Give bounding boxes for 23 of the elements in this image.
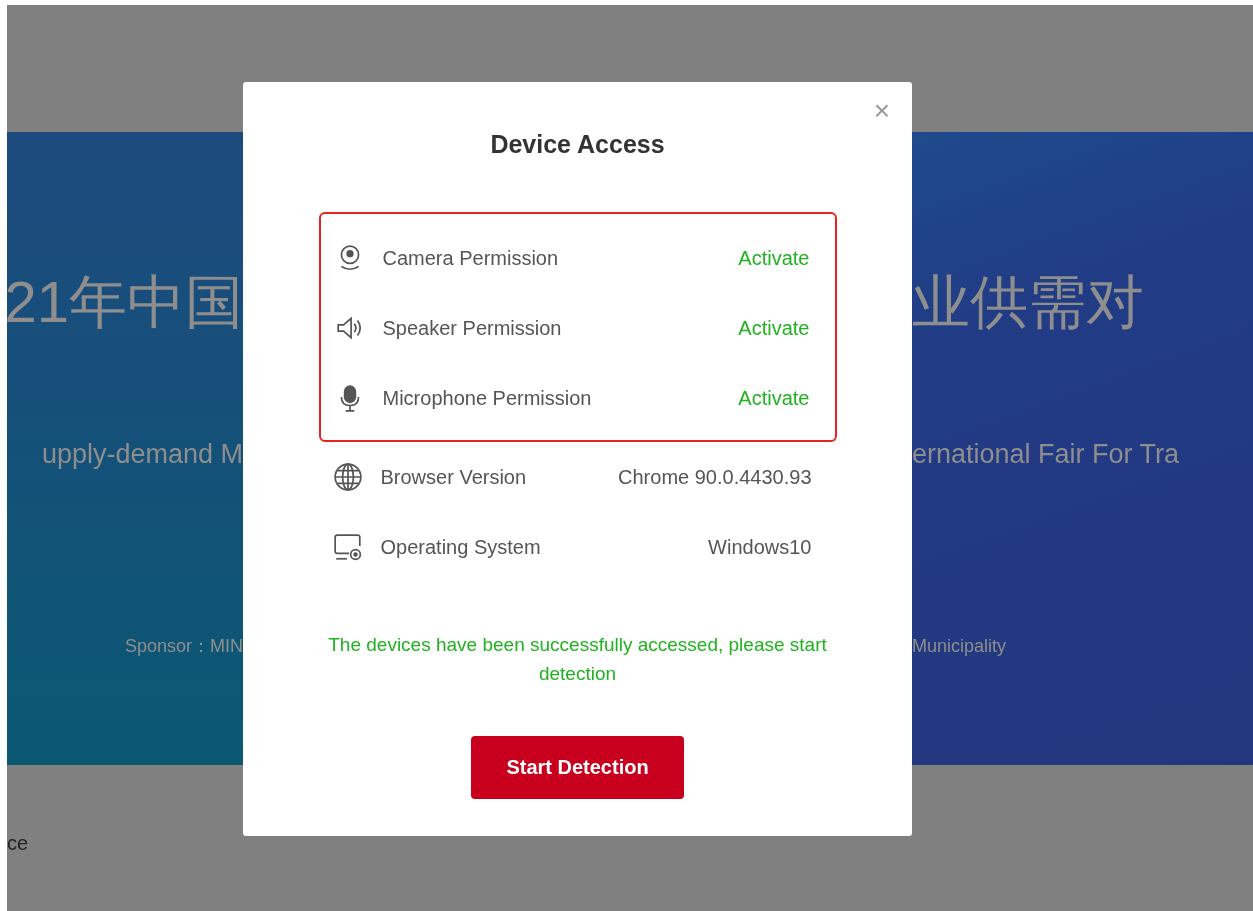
- start-detection-button[interactable]: Start Detection: [471, 736, 684, 799]
- banner-subtitle: ernational Fair For Tra: [912, 438, 1180, 470]
- banner-headline: 业供需对: [912, 270, 1144, 334]
- info-value: Chrome 90.0.4430.93: [618, 465, 812, 489]
- info-label: Browser Version: [380, 465, 528, 489]
- dialog-title: Device Access: [490, 129, 665, 159]
- activate-link[interactable]: Activate: [738, 316, 810, 340]
- sponsor-text: Municipality: [912, 635, 1007, 657]
- activate-link[interactable]: Activate: [738, 246, 810, 270]
- banner-headline: 21年中国: [7, 270, 243, 334]
- status-message: The devices have been successfully accessed, please start detection: [327, 633, 828, 686]
- footer-text: ce: [7, 832, 29, 854]
- close-button[interactable]: ×: [869, 96, 894, 126]
- permission-label: Speaker Permission: [382, 316, 563, 340]
- monitor-gear-icon: [332, 532, 363, 562]
- info-value: Windows10: [708, 535, 812, 559]
- permission-label: Microphone Permission: [382, 386, 593, 410]
- sponsor-text: Sponsor：MIN: [124, 635, 243, 657]
- permission-label: Camera Permission: [382, 246, 560, 270]
- activate-link[interactable]: Activate: [738, 386, 810, 410]
- banner-subtitle: upply-demand M: [41, 438, 243, 470]
- info-label: Operating System: [380, 535, 542, 559]
- globe-icon: [332, 462, 363, 492]
